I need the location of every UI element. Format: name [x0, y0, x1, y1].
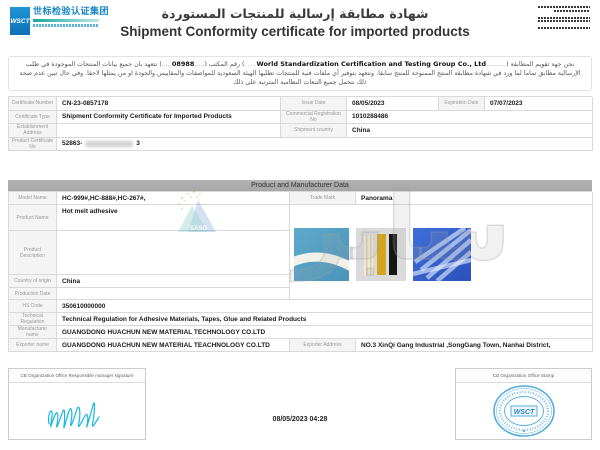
- page-title-arabic: شهادة مطابقة إرسالية للمنتجات المستوردة: [120, 6, 470, 21]
- page-title-english: Shipment Conformity certificate for impo…: [120, 24, 470, 39]
- product-photo-clear-sticks: [413, 228, 471, 281]
- cb-company-name: World Standardization Certification and …: [257, 60, 487, 68]
- stamp-box-title: CB Organization Office Stamp: [456, 369, 591, 383]
- product-certificate-no-value: 52863-3: [57, 138, 593, 152]
- product-photo-three-sticks: [356, 228, 406, 281]
- product-photo-white-stick: [294, 228, 349, 281]
- production-date-value: [57, 288, 290, 300]
- model-name-value: HC-999#,HC-888#,HC-267#,: [57, 192, 290, 205]
- wsct-logo: WSCT 世标检验认证集团: [10, 7, 109, 35]
- hs-code-value: 350610000000: [57, 300, 593, 313]
- product-section-header: Product and Manufacturer Data: [8, 180, 592, 191]
- manufacturer-name-label: Manufacturer name: [9, 326, 57, 339]
- logo-subtext-line: [33, 24, 99, 27]
- redacted-digits: [85, 141, 133, 147]
- signature-box: CB Organization Office Responsible manag…: [8, 368, 146, 440]
- expiration-date-label: Expiration Date: [439, 97, 485, 111]
- signature-box-title: CB Organization Office Responsible manag…: [9, 369, 145, 383]
- expiration-date-value: 07/07/2023: [485, 97, 593, 111]
- trade-mark-value: Panorama: [356, 192, 593, 205]
- shipment-country-label: Shipment country: [281, 124, 347, 138]
- header-contact-info: [538, 6, 590, 34]
- svg-text:WSCT: WSCT: [513, 409, 534, 416]
- issue-date-value: 08/05/2023: [347, 97, 439, 111]
- product-photos: [290, 205, 593, 300]
- exporter-address-value: NO.3 XinQi Gang Industrial ,SongGang Tow…: [356, 339, 593, 352]
- product-certificate-no-label: Product Certificate No: [9, 138, 57, 152]
- exporter-address-label: Exporter Address: [290, 339, 356, 352]
- technical-regulation-label: Technical Regulation: [9, 313, 57, 326]
- issue-timestamp: 08/05/2023 04:28: [200, 416, 400, 423]
- commercial-registration-label: Commercial Registration No: [281, 111, 347, 125]
- stamp-box: CB Organization Office Stamp WSCT: [455, 368, 592, 440]
- product-name-value: Hot melt adhesive: [57, 205, 290, 231]
- establishment-address-label: Establishment Address: [9, 124, 57, 138]
- wsct-office-stamp: WSCT: [488, 384, 560, 438]
- product-description-label: Product Description: [9, 231, 57, 275]
- office-number: 08988: [172, 60, 195, 68]
- product-description-value: [57, 231, 290, 275]
- exporter-name-label: Exporter name: [9, 339, 57, 352]
- logo-chinese-name: 世标检验认证集团: [33, 7, 109, 18]
- header: WSCT 世标检验认证集团 شهادة مطابقة إرسالية للمنت…: [0, 0, 600, 52]
- country-of-origin-value: China: [57, 275, 290, 288]
- technical-regulation-value: Technical Regulation for Adhesive Materi…: [57, 313, 593, 326]
- wsct-logo-icon: WSCT: [10, 7, 30, 35]
- trade-mark-label: Trade Mark: [290, 192, 356, 205]
- certificate-number-value: CN-23-0857178: [57, 97, 281, 111]
- model-name-label: Model Name: [9, 192, 57, 205]
- certificate-info-table: Certificate Number CN-23-0857178 Issue D…: [8, 96, 592, 151]
- certificate-type-label: Certificate Type: [9, 111, 57, 125]
- product-name-label: Product Name: [9, 205, 57, 231]
- manager-signature: [27, 386, 127, 436]
- product-manufacturer-table: Model Name HC-999#,HC-888#,HC-267#, Trad…: [8, 191, 592, 352]
- establishment-address-value: [57, 124, 281, 138]
- logo-underline-bar: [33, 19, 99, 22]
- country-of-origin-label: Country of origin: [9, 275, 57, 288]
- commercial-registration-value: 1010288486: [347, 111, 593, 125]
- production-date-label: Production Date: [9, 288, 57, 300]
- issue-date-label: Issue Date: [281, 97, 347, 111]
- manufacturer-name-value: GUANGDONG HUACHUN NEW MATERIAL TECHNOLOG…: [57, 326, 593, 339]
- shipment-country-value: China: [347, 124, 593, 138]
- exporter-name-value: GUANGDONG HUACHUN NEW MATERIAL TEACHNOLO…: [57, 339, 290, 352]
- certificate-type-value: Shipment Conformity Certificate for Impo…: [57, 111, 281, 125]
- certificate-number-label: Certificate Number: [9, 97, 57, 111]
- certificate-page: WSCT 世标检验认证集团 شهادة مطابقة إرسالية للمنت…: [0, 0, 600, 450]
- hs-code-label: HS Code: [9, 300, 57, 313]
- declaration-paragraph: نحن جهة تقويم المطابقة (..........World …: [8, 56, 592, 91]
